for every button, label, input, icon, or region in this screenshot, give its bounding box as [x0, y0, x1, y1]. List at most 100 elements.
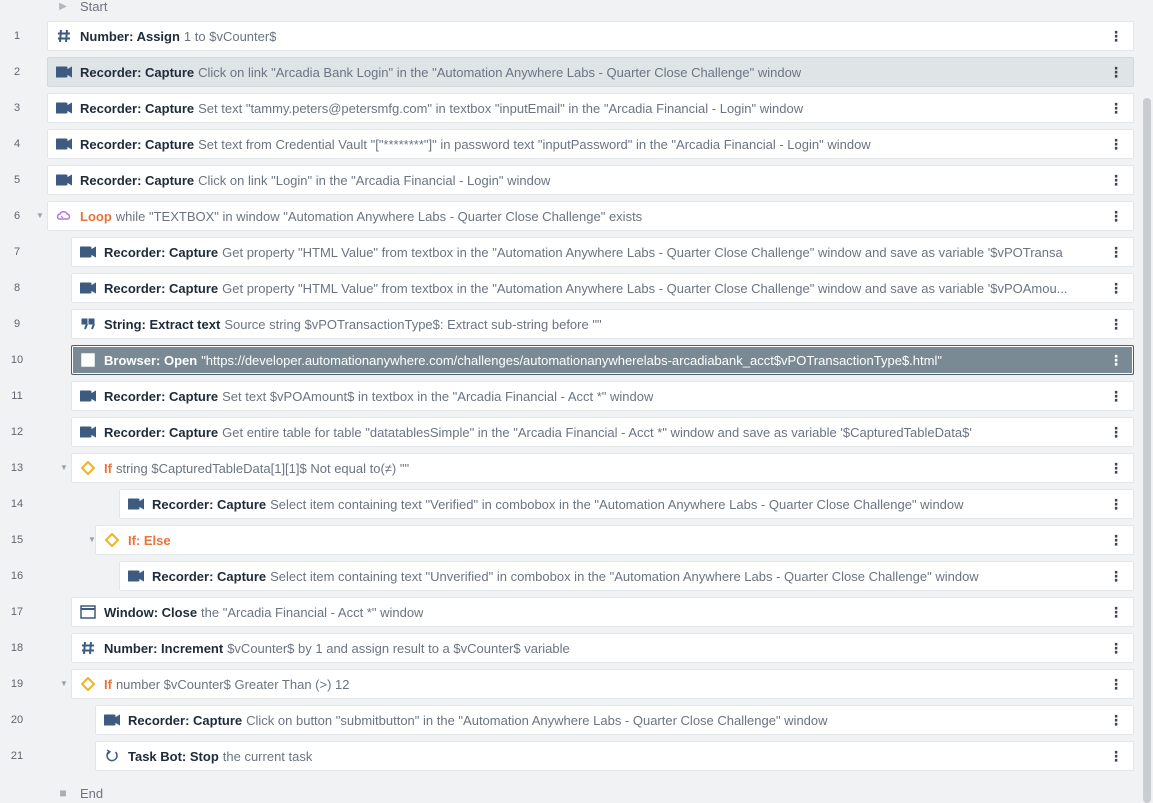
- action-keyword: Recorder: Capture: [104, 244, 219, 260]
- action-row-13[interactable]: If string $CapturedTableData[1][1]$ Not e…: [71, 453, 1134, 483]
- kebab-menu-icon[interactable]: ⋮: [1109, 496, 1123, 512]
- stop-icon: [104, 748, 120, 764]
- kebab-menu-icon[interactable]: ⋮: [1109, 604, 1123, 620]
- quote-icon: [80, 316, 96, 332]
- action-keyword: Recorder: Capture: [80, 100, 195, 116]
- hash-icon: [80, 640, 96, 656]
- line-number: 15: [10, 534, 24, 546]
- kebab-menu-icon[interactable]: ⋮: [1109, 64, 1123, 80]
- line-number: 4: [13, 138, 21, 150]
- action-keyword: Recorder: Capture: [104, 388, 219, 404]
- kebab-menu-icon[interactable]: ⋮: [1109, 244, 1123, 260]
- action-keyword: Recorder: Capture: [152, 496, 267, 512]
- kebab-menu-icon[interactable]: ⋮: [1109, 532, 1123, 548]
- action-row-19[interactable]: If number $vCounter$ Greater Than (>) 12 ⋮: [71, 669, 1134, 699]
- kebab-menu-icon[interactable]: ⋮: [1109, 676, 1123, 692]
- action-row-2[interactable]: Recorder: Capture Click on link "Arcadia …: [47, 57, 1134, 87]
- action-row-1[interactable]: Number: Assign 1 to $vCounter$ ⋮: [47, 21, 1134, 51]
- action-detail: $vCounter$ by 1 and assign result to a $…: [227, 640, 570, 656]
- action-row-5[interactable]: Recorder: Capture Click on link "Login" i…: [47, 165, 1134, 195]
- flow-end: ■ End: [56, 784, 103, 802]
- action-keyword: Task Bot: Stop: [128, 748, 219, 764]
- line-number: 9: [13, 318, 21, 330]
- action-row-14[interactable]: Recorder: Capture Select item containing …: [119, 489, 1134, 519]
- line-number: 5: [13, 174, 21, 186]
- line-number: 3: [13, 102, 21, 114]
- action-detail: the "Arcadia Financial - Acct *" window: [201, 604, 424, 620]
- collapse-chevron-icon[interactable]: ▼: [34, 201, 46, 231]
- action-keyword: Number: Assign: [80, 28, 180, 44]
- flow-start: ▶ Start: [56, 0, 107, 14]
- action-row-21[interactable]: Task Bot: Stop the current task ⋮: [95, 741, 1134, 771]
- camera-icon: [80, 244, 96, 260]
- action-row-16[interactable]: Recorder: Capture Select item containing …: [119, 561, 1134, 591]
- kebab-menu-icon[interactable]: ⋮: [1109, 172, 1123, 188]
- action-row-17[interactable]: Window: Close the "Arcadia Financial - Ac…: [71, 597, 1134, 627]
- camera-icon: [128, 568, 144, 584]
- kebab-menu-icon[interactable]: ⋮: [1109, 28, 1123, 44]
- flow-end-label: End: [80, 785, 104, 801]
- kebab-menu-icon[interactable]: ⋮: [1109, 208, 1123, 224]
- action-row-6[interactable]: Loop while "TEXTBOX" in window "Automatio…: [47, 201, 1134, 231]
- condition-icon: [104, 532, 120, 548]
- kebab-menu-icon[interactable]: ⋮: [1109, 316, 1123, 332]
- line-number: 20: [10, 714, 24, 726]
- action-row-12[interactable]: Recorder: Capture Get entire table for ta…: [71, 417, 1134, 447]
- kebab-menu-icon[interactable]: ⋮: [1109, 136, 1123, 152]
- line-number: 11: [11, 390, 23, 402]
- kebab-menu-icon[interactable]: ⋮: [1109, 388, 1123, 404]
- kebab-menu-icon[interactable]: ⋮: [1109, 568, 1123, 584]
- collapse-chevron-icon[interactable]: ▼: [58, 453, 70, 483]
- action-row-8[interactable]: Recorder: Capture Get property "HTML Valu…: [71, 273, 1134, 303]
- action-keyword: String: Extract text: [104, 316, 221, 332]
- camera-icon: [128, 496, 144, 512]
- kebab-menu-icon[interactable]: ⋮: [1109, 424, 1123, 440]
- action-detail: number $vCounter$ Greater Than (>) 12: [115, 676, 350, 692]
- action-detail: Get property "HTML Value" from textbox i…: [222, 244, 1063, 260]
- action-row-20[interactable]: Recorder: Capture Click on button "submit…: [95, 705, 1134, 735]
- action-row-10[interactable]: Browser: Open "https://developer.automati…: [71, 345, 1134, 375]
- action-row-7[interactable]: Recorder: Capture Get property "HTML Valu…: [71, 237, 1134, 267]
- action-row-11[interactable]: Recorder: Capture Set text $vPOAmount$ in…: [71, 381, 1134, 411]
- action-detail: the current task: [222, 748, 313, 764]
- window-icon: [80, 604, 96, 620]
- action-detail: Select item containing text "Verified" i…: [270, 496, 964, 512]
- action-keyword: Recorder: Capture: [104, 280, 219, 296]
- open-external-icon: [80, 352, 96, 368]
- line-number: 6: [13, 210, 21, 222]
- kebab-menu-icon[interactable]: ⋮: [1109, 640, 1123, 656]
- line-number: 10: [10, 354, 24, 366]
- action-detail: 1 to $vCounter$: [183, 28, 277, 44]
- action-row-3[interactable]: Recorder: Capture Set text "tammy.peters@…: [47, 93, 1134, 123]
- kebab-menu-icon[interactable]: ⋮: [1109, 712, 1123, 728]
- line-number: 1: [13, 30, 21, 42]
- action-row-18[interactable]: Number: Increment $vCounter$ by 1 and ass…: [71, 633, 1134, 663]
- line-number: 2: [13, 66, 21, 78]
- collapse-chevron-icon[interactable]: ▼: [58, 669, 70, 699]
- kebab-menu-icon[interactable]: ⋮: [1109, 460, 1123, 476]
- hash-icon: [56, 28, 72, 44]
- kebab-menu-icon[interactable]: ⋮: [1109, 100, 1123, 116]
- action-detail: "https://developer.automationanywhere.co…: [201, 352, 942, 368]
- action-keyword: If: [104, 460, 112, 476]
- line-number: 18: [10, 642, 24, 654]
- action-row-15[interactable]: If: Else ⋮: [95, 525, 1134, 555]
- start-triangle-icon: ▶: [59, 0, 67, 12]
- action-row-9[interactable]: String: Extract text Source string $vPOTr…: [71, 309, 1134, 339]
- condition-icon: [80, 460, 96, 476]
- action-row-4[interactable]: Recorder: Capture Set text from Credentia…: [47, 129, 1134, 159]
- line-number: 13: [10, 462, 24, 474]
- action-detail: string $CapturedTableData[1][1]$ Not equ…: [115, 460, 410, 476]
- scrollbar-thumb[interactable]: [1143, 98, 1151, 803]
- action-detail: Set text from Credential Vault "["******…: [198, 136, 871, 152]
- kebab-menu-icon[interactable]: ⋮: [1109, 280, 1123, 296]
- vertical-scrollbar[interactable]: [1141, 0, 1153, 803]
- task-flow-canvas: ▶ Start 1 Number: Assign 1 to $vCounter$ ⋮ 2…: [0, 0, 1140, 803]
- camera-icon: [56, 64, 72, 80]
- kebab-menu-icon[interactable]: ⋮: [1109, 352, 1123, 368]
- camera-icon: [80, 388, 96, 404]
- line-number: 8: [13, 282, 21, 294]
- kebab-menu-icon[interactable]: ⋮: [1109, 748, 1123, 764]
- action-keyword: If: [104, 676, 112, 692]
- line-number: 21: [10, 750, 24, 762]
